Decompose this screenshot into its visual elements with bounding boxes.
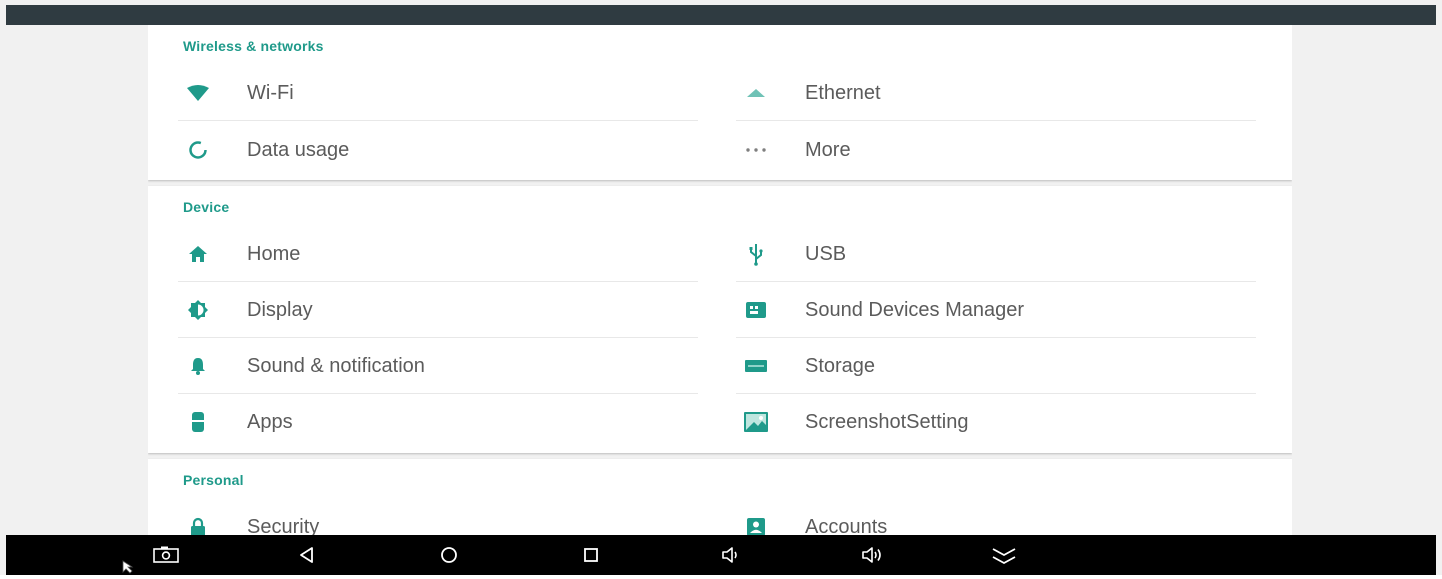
section-device: Device Home USB Display Sound Devices Ma… <box>148 186 1292 453</box>
apps-icon <box>178 409 218 435</box>
setting-item-security[interactable]: Security <box>178 499 698 535</box>
screenshot-icon[interactable] <box>148 541 184 569</box>
setting-item-home[interactable]: Home <box>178 226 698 282</box>
settings-list[interactable]: Wireless & networks Wi-Fi Ethernet Data … <box>148 25 1292 535</box>
setting-label: More <box>805 138 851 161</box>
account-icon <box>736 514 776 535</box>
setting-item-ethernet[interactable]: Ethernet <box>736 65 1256 121</box>
home-circle-icon[interactable] <box>431 541 467 569</box>
ethernet-icon <box>736 80 776 106</box>
setting-item-display[interactable]: Display <box>178 282 698 338</box>
setting-label: Display <box>247 298 313 321</box>
setting-label: Ethernet <box>805 81 881 104</box>
setting-label: USB <box>805 242 847 265</box>
setting-label: Accounts <box>805 515 888 536</box>
setting-item-more[interactable]: More <box>736 122 1256 178</box>
setting-item-wifi[interactable]: Wi-Fi <box>178 65 698 121</box>
storage-icon <box>736 353 776 379</box>
volume-up-icon[interactable] <box>855 541 891 569</box>
more-icon <box>736 137 776 163</box>
lock-icon <box>178 514 218 535</box>
recents-icon[interactable] <box>573 541 609 569</box>
setting-item-usb[interactable]: USB <box>736 226 1256 282</box>
setting-item-apps[interactable]: Apps <box>178 394 698 450</box>
wifi-icon <box>178 80 218 106</box>
section-title: Personal <box>183 472 244 488</box>
sound-devices-icon <box>736 297 776 323</box>
setting-label: Sound & notification <box>247 354 425 377</box>
data-usage-icon <box>178 137 218 163</box>
bell-icon <box>178 353 218 379</box>
collapse-icon[interactable] <box>986 541 1022 569</box>
setting-label: Apps <box>247 410 293 433</box>
setting-item-storage[interactable]: Storage <box>736 338 1256 394</box>
setting-label: Sound Devices Manager <box>805 298 1025 321</box>
back-icon[interactable] <box>289 541 325 569</box>
setting-item-screenshot-setting[interactable]: ScreenshotSetting <box>736 394 1256 450</box>
setting-item-accounts[interactable]: Accounts <box>736 499 1256 535</box>
setting-item-sound-notification[interactable]: Sound & notification <box>178 338 698 394</box>
usb-icon <box>736 241 776 267</box>
screenshot-icon <box>736 409 776 435</box>
settings-screen: Wireless & networks Wi-Fi Ethernet Data … <box>0 0 1442 575</box>
setting-item-sound-devices-manager[interactable]: Sound Devices Manager <box>736 282 1256 338</box>
setting-label: ScreenshotSetting <box>805 410 969 433</box>
section-wireless-networks: Wireless & networks Wi-Fi Ethernet Data … <box>148 25 1292 180</box>
setting-label: Home <box>247 242 301 265</box>
mouse-cursor-icon <box>122 560 136 574</box>
display-brightness-icon <box>178 297 218 323</box>
setting-label: Storage <box>805 354 876 377</box>
system-navigation-bar <box>6 535 1436 575</box>
volume-down-icon[interactable] <box>714 541 750 569</box>
app-bar <box>6 5 1436 25</box>
setting-label: Wi-Fi <box>247 81 294 104</box>
home-icon <box>178 241 218 267</box>
setting-label: Security <box>247 515 320 536</box>
setting-item-data-usage[interactable]: Data usage <box>178 122 698 178</box>
setting-label: Data usage <box>247 138 350 161</box>
section-title: Device <box>183 199 230 215</box>
section-personal: Personal Security Accounts <box>148 459 1292 535</box>
section-title: Wireless & networks <box>183 38 324 54</box>
